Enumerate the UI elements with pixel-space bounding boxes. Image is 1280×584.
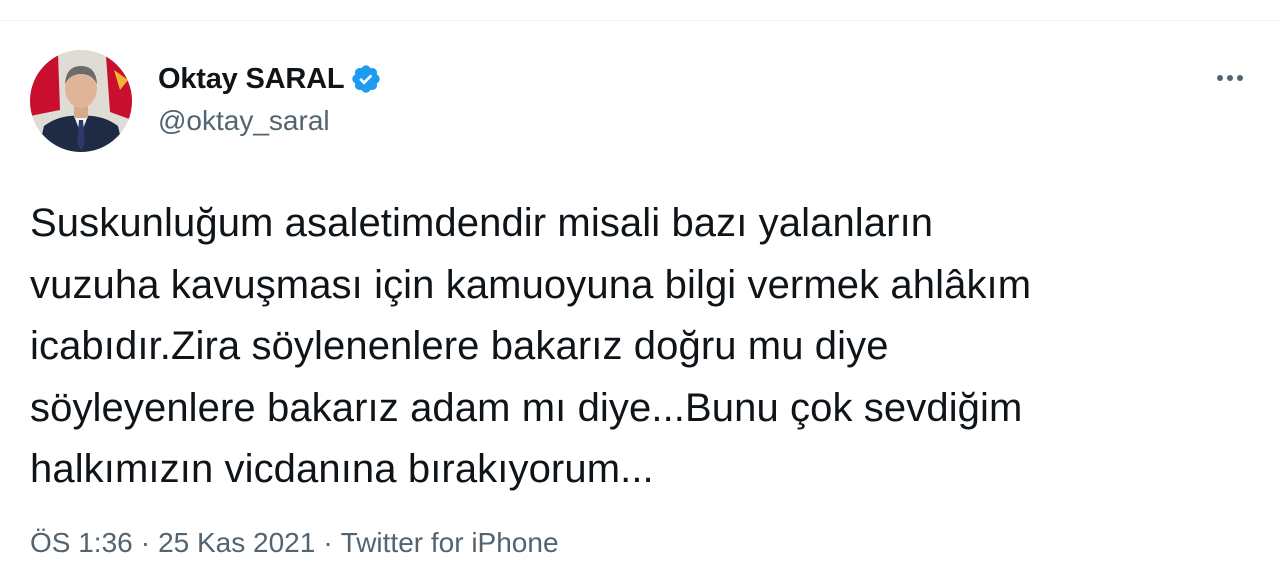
top-divider: [0, 20, 1280, 21]
avatar[interactable]: [30, 50, 132, 152]
tweet-text: Suskunluğum asaletimdendir misali bazı y…: [30, 201, 1032, 491]
tweet-timestamp-time[interactable]: ÖS 1:36: [30, 527, 133, 559]
more-horizontal-icon-dot: [1227, 75, 1233, 81]
tweet-source-link[interactable]: Twitter for iPhone: [341, 527, 559, 559]
verified-badge-icon: [350, 63, 382, 95]
tweet-card: Oktay SARAL @oktay_saral Suskunluğum asa…: [0, 0, 1280, 584]
more-options-button[interactable]: [1204, 60, 1256, 96]
more-horizontal-icon-dot: [1237, 75, 1243, 81]
tweet-meta: ÖS 1:36 · 25 Kas 2021 · Twitter for iPho…: [30, 527, 559, 559]
author-name-row[interactable]: Oktay SARAL: [158, 60, 382, 98]
meta-separator: ·: [323, 527, 333, 558]
more-horizontal-icon: [1217, 75, 1223, 81]
tweet-timestamp-date[interactable]: 25 Kas 2021: [158, 527, 315, 559]
author-display-name[interactable]: Oktay SARAL: [158, 63, 345, 96]
author-handle[interactable]: @oktay_saral: [158, 105, 330, 137]
meta-separator: ·: [140, 527, 151, 558]
